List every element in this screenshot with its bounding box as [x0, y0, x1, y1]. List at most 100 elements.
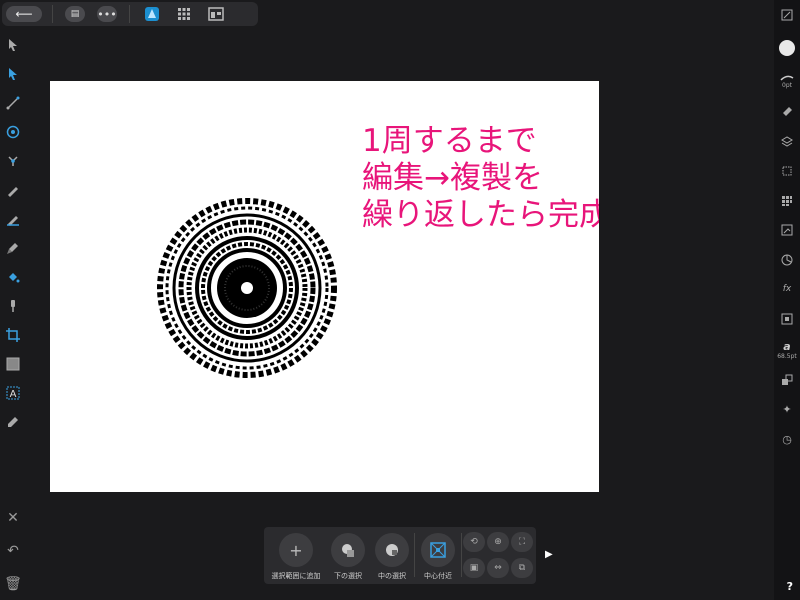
pixel-persona-button[interactable]: [173, 3, 195, 25]
brush-icon: [783, 107, 792, 117]
fill-bucket-icon: [9, 272, 20, 282]
transform-option-1[interactable]: ⟲: [463, 532, 485, 552]
layers-button[interactable]: [774, 127, 800, 157]
pencil-icon: [7, 215, 19, 226]
stroke-width-label: 0pt: [782, 82, 792, 89]
export-persona-icon: [208, 7, 224, 21]
duplicate-icon: ⧉: [518, 563, 526, 573]
frame-text-icon: A: [6, 386, 20, 400]
save-icon: ▤: [70, 9, 80, 19]
symbols-button[interactable]: ✦: [774, 395, 800, 425]
move-arrow-icon: [9, 38, 17, 51]
svg-text:A: A: [10, 389, 17, 400]
annotation-text: 1周するまで 編集→複製を 繰り返したら完成: [362, 123, 599, 234]
color-picker-tool[interactable]: [0, 407, 26, 436]
character-icon: [782, 374, 793, 386]
corner-icon: [6, 96, 20, 109]
undo-button[interactable]: ↶: [0, 534, 26, 567]
select-below-icon: [342, 544, 354, 557]
transform-panel-button[interactable]: [774, 245, 800, 275]
swatches-button[interactable]: [774, 186, 800, 216]
more-button[interactable]: •••: [97, 6, 117, 22]
transform-center-icon: [430, 542, 446, 558]
brushes-button[interactable]: [774, 98, 800, 128]
node-tool[interactable]: [0, 59, 26, 88]
document-canvas[interactable]: 1周するまで 編集→複製を 繰り返したら完成: [50, 81, 599, 492]
history-button[interactable]: ◷: [774, 425, 800, 455]
back-button[interactable]: ⟵: [6, 6, 42, 22]
transform-option-4[interactable]: ▣: [463, 558, 485, 578]
context-toolbar: + 選択範囲に追加 下の選択 中の選択 中心付近 ⟲ ⊕ ⛶ ▣ ⇔ ⧉: [264, 527, 536, 584]
divider: [52, 5, 53, 23]
layers-icon: [781, 136, 793, 147]
back-arrow-icon: ⟵: [15, 7, 33, 21]
character-button[interactable]: [774, 366, 800, 396]
gradient-icon: [781, 224, 793, 236]
select-inside-button[interactable]: 中の選択: [372, 533, 412, 581]
left-bottom-tools: ✕ ↶ 🗑: [0, 501, 26, 600]
annotation-line: 繰り返したら完成: [362, 197, 599, 233]
delete-button[interactable]: 🗑: [0, 567, 26, 600]
save-button[interactable]: ▤: [65, 6, 85, 22]
navigator-button[interactable]: [774, 0, 800, 30]
pencil-tool[interactable]: [0, 204, 26, 233]
corner-tool[interactable]: [0, 88, 26, 117]
annotation-line: 1周するまで: [362, 123, 537, 159]
transparency-tool[interactable]: [0, 291, 26, 320]
crosshair-icon: ⊕: [494, 537, 502, 547]
appearance-button[interactable]: [774, 157, 800, 187]
more-options-icon[interactable]: ▶: [545, 549, 553, 560]
transform-option-2[interactable]: ⊕: [487, 532, 509, 552]
designer-persona-button[interactable]: [141, 3, 163, 25]
text-tool[interactable]: A: [0, 378, 26, 407]
pen-tool[interactable]: [0, 175, 26, 204]
navigator-icon: [781, 9, 793, 21]
color-swatch-button[interactable]: [774, 30, 800, 66]
text-style-button[interactable]: a 68.5pt: [774, 334, 800, 366]
rectangle-icon: [6, 357, 20, 370]
select-below-label: 下の選択: [334, 572, 362, 580]
resize-icon: ⇔: [494, 563, 502, 573]
target-icon: [6, 125, 20, 138]
rotate-icon: ⟲: [470, 537, 478, 547]
transform-option-5[interactable]: ⇔: [487, 558, 509, 578]
annotation-line: 編集→複製を: [362, 160, 543, 196]
shape-tool[interactable]: [0, 349, 26, 378]
pixel-persona-icon: [178, 8, 190, 20]
close-button[interactable]: ✕: [0, 501, 26, 534]
appearance-icon: [782, 166, 792, 176]
fx-icon: fx: [782, 284, 792, 295]
plus-icon: +: [289, 540, 303, 560]
divider: [461, 533, 462, 577]
node-arrow-icon: [9, 67, 17, 80]
move-tool[interactable]: [0, 30, 26, 59]
pen-icon: [8, 186, 18, 197]
select-below-button[interactable]: 下の選択: [328, 533, 368, 581]
assets-icon: [781, 313, 793, 325]
transform-option-3[interactable]: ⛶: [511, 532, 533, 552]
help-icon: ?: [786, 580, 793, 593]
swatches-icon: [782, 195, 792, 206]
contour-tool[interactable]: [0, 146, 26, 175]
undo-icon: ↶: [7, 542, 19, 559]
top-toolbar: ⟵ ▤ •••: [2, 2, 258, 26]
eyedropper-icon: [8, 416, 18, 427]
assets-button[interactable]: [774, 304, 800, 334]
fill-color-icon: [779, 39, 795, 56]
trash-icon: 🗑: [4, 575, 22, 592]
export-persona-button[interactable]: [205, 3, 227, 25]
fill-tool[interactable]: [0, 262, 26, 291]
divider: [414, 533, 415, 577]
crop-tool[interactable]: [0, 320, 26, 349]
more-dots-icon: •••: [97, 7, 117, 21]
vector-brush-tool[interactable]: [0, 233, 26, 262]
effects-button[interactable]: fx: [774, 275, 800, 305]
gradient-button[interactable]: [774, 216, 800, 246]
transform-center-button[interactable]: 中心付近: [418, 533, 458, 581]
stroke-button[interactable]: 0pt: [774, 66, 800, 98]
point-transform-tool[interactable]: [0, 117, 26, 146]
help-button[interactable]: ?: [787, 580, 793, 593]
add-to-selection-button[interactable]: + 選択範囲に追加: [266, 533, 326, 581]
transform-center-label: 中心付近: [424, 572, 452, 580]
transform-option-6[interactable]: ⧉: [511, 558, 533, 578]
